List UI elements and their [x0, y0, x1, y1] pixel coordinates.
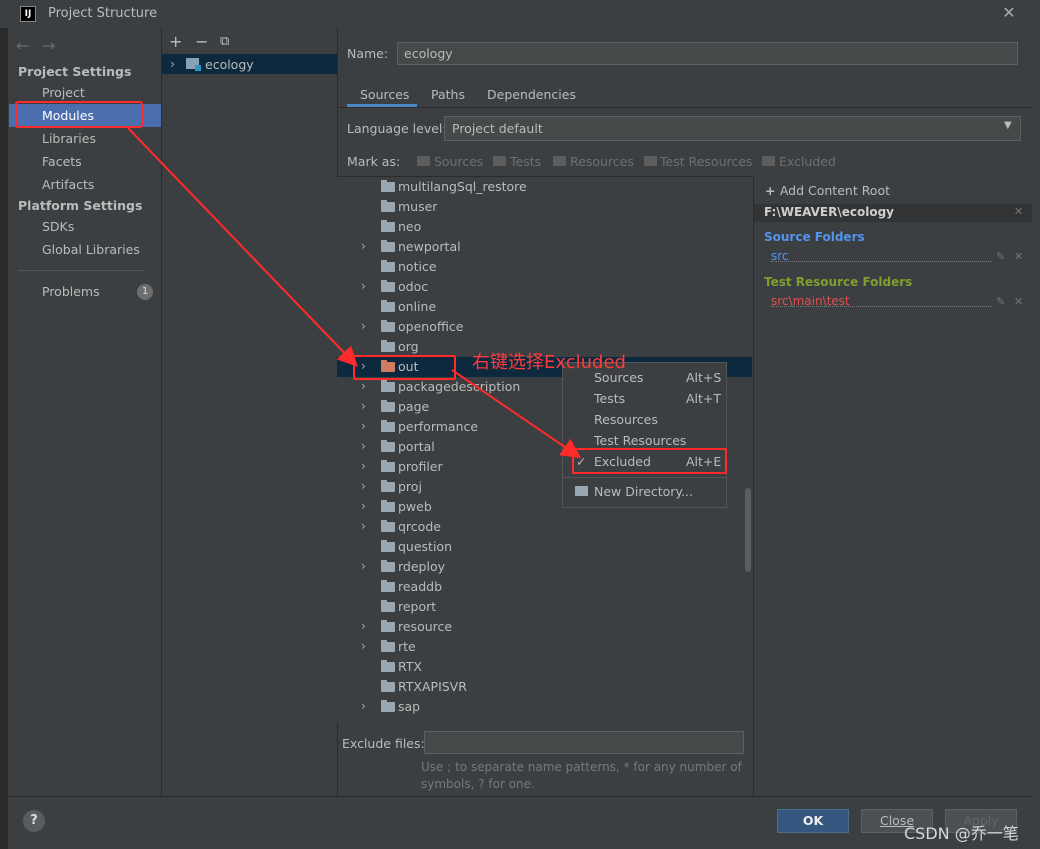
annotation-arrows: [127, 127, 582, 459]
arrow-modules-to-out: [127, 127, 358, 367]
csdn-watermark: CSDN @乔一笔: [904, 824, 1019, 843]
arrow-out-to-excluded: [451, 369, 582, 459]
